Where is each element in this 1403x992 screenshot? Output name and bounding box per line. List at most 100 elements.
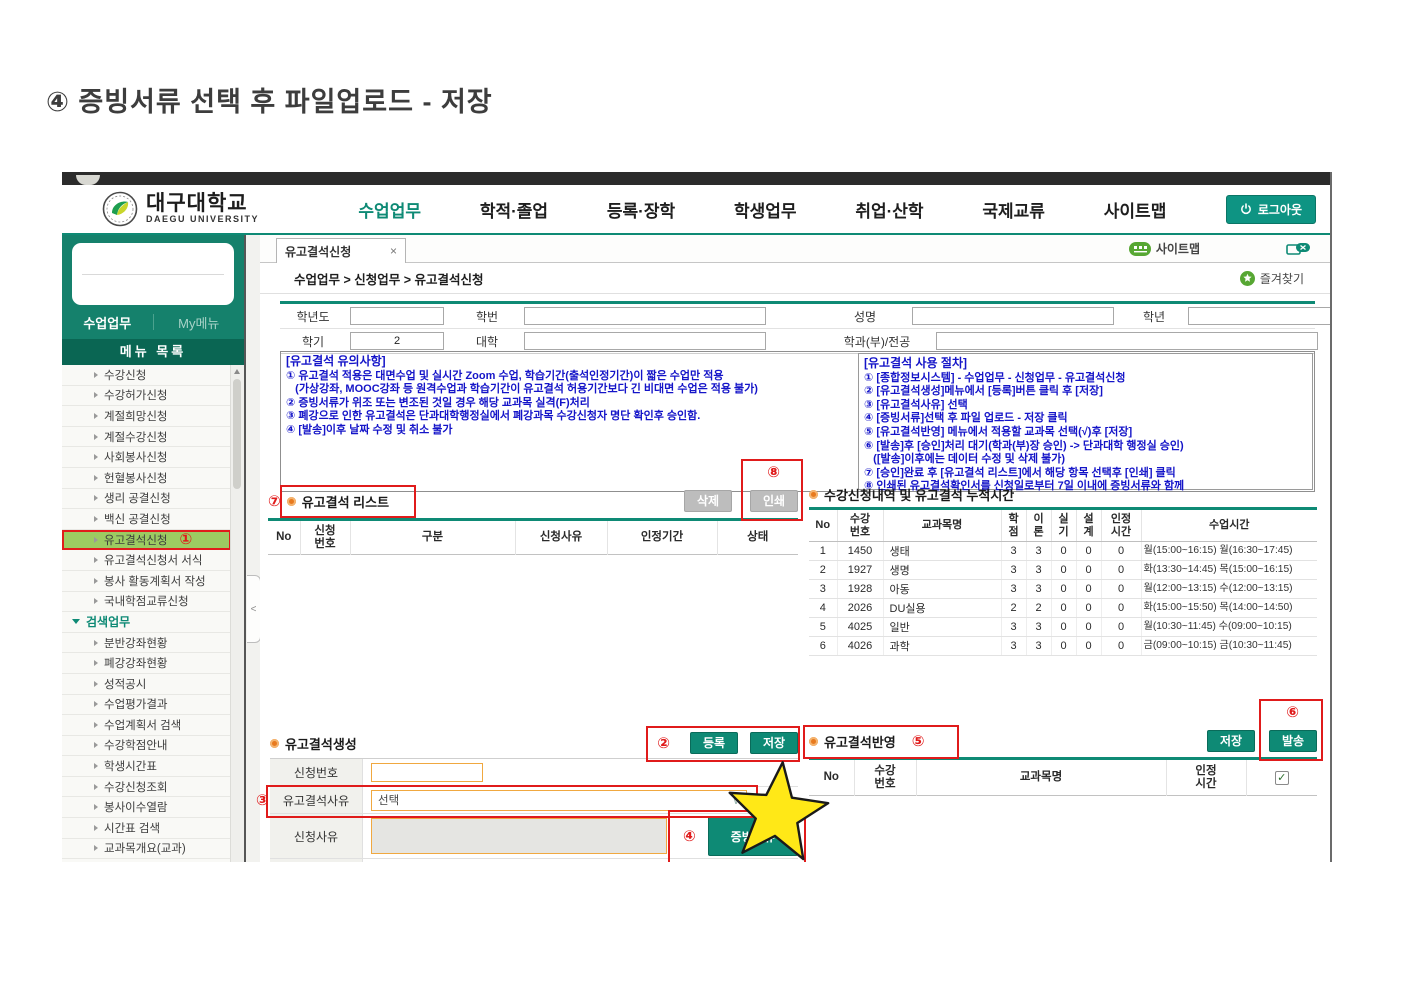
sidebar-item-수업계획서 검색[interactable]: 수업계획서 검색 <box>62 715 231 736</box>
arrow-right-icon <box>94 825 98 831</box>
nav-item-학적·졸업[interactable]: 학적·졸업 <box>480 197 548 222</box>
menu-list-header: 메뉴 목록 <box>62 339 244 365</box>
sidebar-item-수강신청[interactable]: 수강신청 <box>62 365 231 386</box>
sidebar-tab-mymenu[interactable]: My메뉴 <box>154 313 245 332</box>
sidebar-item-헌혈봉사신청[interactable]: 헌혈봉사신청 <box>62 468 231 489</box>
cell: 0 <box>1101 599 1141 618</box>
absence-reason-select[interactable]: 선택 ∨ <box>371 790 747 811</box>
nav-item-사이트맵[interactable]: 사이트맵 <box>1104 197 1167 222</box>
sidebar-item-시간표 검색[interactable]: 시간표 검색 <box>62 818 231 839</box>
sidebar-item-폐강강좌현황[interactable]: 폐강강좌현황 <box>62 653 231 674</box>
table-row: 64026과학33000금(09:00~10:15) 금(10:30~11:45… <box>809 637 1317 656</box>
favorite-link[interactable]: 즐겨찾기 <box>1240 270 1304 287</box>
field-input-성명[interactable] <box>912 307 1114 325</box>
sidebar-item-label: 수업평가결과 <box>104 696 167 712</box>
tab-absence-request[interactable]: 유고결석신청 × <box>276 238 406 263</box>
request-reason-textarea[interactable] <box>371 818 667 854</box>
sitemap-link[interactable]: 사이트맵 <box>1129 240 1200 257</box>
cell: 화(13:30~14:45) 목(15:00~16:15) <box>1141 561 1317 580</box>
enrolled-courses-title: 수강신청내역 및 유고결석 누적시간 <box>824 485 1014 504</box>
enroll-col-header: 실 기 <box>1051 509 1076 542</box>
sidebar-item-수강학점안내[interactable]: 수강학점안내 <box>62 736 231 757</box>
enroll-col-header: 학 점 <box>1001 509 1026 542</box>
sidebar-item-봉사 활동계획서 작성[interactable]: 봉사 활동계획서 작성 <box>62 571 231 592</box>
sidebar-item-사회봉사신청[interactable]: 사회봉사신청 <box>62 447 231 468</box>
cell: 1 <box>809 542 837 561</box>
list-col-header: 상태 <box>717 520 798 555</box>
nav-item-국제교류[interactable]: 국제교류 <box>982 197 1045 222</box>
apply-col-header: 교과목명 <box>916 759 1166 796</box>
nav-item-학생업무[interactable]: 학생업무 <box>734 197 797 222</box>
sidebar-menu-list: 수강신청수강허가신청계절희망신청계절수강신청사회봉사신청헌혈봉사신청생리 공결신… <box>62 365 244 862</box>
register-button[interactable]: 등록 <box>690 732 738 754</box>
field-input-학년[interactable] <box>1188 307 1332 325</box>
sidebar-item-계절희망신청[interactable]: 계절희망신청 <box>62 406 231 427</box>
sidebar-item-계절수강신청[interactable]: 계절수강신청 <box>62 427 231 448</box>
sidebar-tab-lecture[interactable]: 수업업무 <box>62 313 153 332</box>
sidebar-item-학생시간표[interactable]: 학생시간표 <box>62 756 231 777</box>
nav-item-수업업무[interactable]: 수업업무 <box>358 197 421 222</box>
table-row: 31928아동33000월(12:00~13:15) 수(12:00~13:15… <box>809 580 1317 599</box>
annotation-1: ① <box>179 532 192 547</box>
cell: 3 <box>1001 618 1026 637</box>
notice-procedure-line: ⑦ [승인]완료 후 [유고결석 리스트]에서 해당 항목 선택후 [인쇄] 클… <box>864 467 1307 481</box>
field-input-학기[interactable]: 2 <box>350 332 444 350</box>
sidebar-item-label: 유고결석신청 <box>104 532 167 548</box>
sidebar-scrollbar[interactable] <box>230 365 244 862</box>
create-save-button[interactable]: 저장 <box>750 732 798 754</box>
sidebar-item-수강신청조회[interactable]: 수강신청조회 <box>62 777 231 798</box>
sidebar-collapse-handle[interactable]: < <box>247 575 261 643</box>
cell: 3 <box>1026 542 1051 561</box>
sidebar-item-생리 공결신청[interactable]: 생리 공결신청 <box>62 489 231 510</box>
sidebar-item-수강허가신청[interactable]: 수강허가신청 <box>62 386 231 407</box>
nav-item-등록·장학[interactable]: 등록·장학 <box>607 197 675 222</box>
sidebar-item-취업전직훈련[interactable]: 취업전직훈련 <box>62 859 231 862</box>
sidebar-item-유고결석신청[interactable]: 유고결석신청 ① <box>62 530 231 551</box>
cell: 3 <box>1026 561 1051 580</box>
cell: 0 <box>1051 580 1076 599</box>
sidebar-item-분반강좌현황[interactable]: 분반강좌현황 <box>62 633 231 654</box>
request-no-input[interactable] <box>371 763 483 782</box>
sidebar-item-검색업무[interactable]: 검색업무 <box>62 612 231 633</box>
logo-sub: DAEGU UNIVERSITY <box>146 214 259 224</box>
field-input-학과(부)/전공[interactable] <box>936 332 1318 350</box>
field-input-학년도[interactable] <box>350 307 444 325</box>
logout-button[interactable]: 로그아웃 <box>1226 195 1316 224</box>
sidebar-item-성적공시[interactable]: 성적공시 <box>62 674 231 695</box>
list-col-header: 구분 <box>350 520 515 555</box>
send-button[interactable]: 발송 <box>1269 730 1317 752</box>
apply-save-button[interactable]: 저장 <box>1207 730 1255 752</box>
arrow-right-icon <box>94 804 98 810</box>
select-all-checkbox[interactable]: ✓ <box>1275 771 1289 785</box>
sidebar-item-국내학점교류신청[interactable]: 국내학점교류신청 <box>62 592 231 613</box>
field-label-학기: 학기 <box>280 333 346 350</box>
top-bar-notch <box>76 175 100 185</box>
enroll-col-header: 설 계 <box>1076 509 1101 542</box>
annotation-5: ⑤ <box>912 734 925 749</box>
cell: 0 <box>1051 637 1076 656</box>
notice-cautions-line: ① 유고결석 적용은 대면수업 및 실시간 Zoom 수업, 학습기간(출석인정… <box>286 370 852 384</box>
favorite-label: 즐겨찾기 <box>1260 270 1304 287</box>
tab-close-icon[interactable]: × <box>390 244 397 258</box>
nav-item-취업·산학[interactable]: 취업·산학 <box>855 197 923 222</box>
field-input-학번[interactable] <box>524 307 766 325</box>
arrow-right-icon <box>94 475 98 481</box>
arrow-right-icon <box>94 454 98 460</box>
sidebar-item-봉사이수열람[interactable]: 봉사이수열람 <box>62 797 231 818</box>
absence-apply-section: 유고결석반영 ⑤ 저장 발송 ⑥ No수강 번호교과목명인정 시간✓ <box>809 729 1317 796</box>
print-button[interactable]: 인쇄 <box>750 490 798 512</box>
sidebar-item-백신 공결신청[interactable]: 백신 공결신청 <box>62 509 231 530</box>
sidebar-item-유고결석신청서 서식[interactable]: 유고결석신청서 서식 <box>62 550 231 571</box>
chevron-down-icon <box>72 619 80 624</box>
arrow-right-icon <box>94 763 98 769</box>
sidebar-item-교과목개요(교과)[interactable]: 교과목개요(교과) <box>62 839 231 860</box>
delete-button[interactable]: 삭제 <box>684 490 732 512</box>
field-input-대학[interactable] <box>524 332 766 350</box>
arrow-right-icon <box>94 681 98 687</box>
enroll-col-header: 수업시간 <box>1141 509 1317 542</box>
window-popup-icon[interactable] <box>1286 242 1312 261</box>
cell: 4 <box>809 599 837 618</box>
sidebar-item-수업평가결과[interactable]: 수업평가결과 <box>62 695 231 716</box>
cell: DU실용 <box>883 599 1001 618</box>
field-label-학년도: 학년도 <box>280 308 346 325</box>
